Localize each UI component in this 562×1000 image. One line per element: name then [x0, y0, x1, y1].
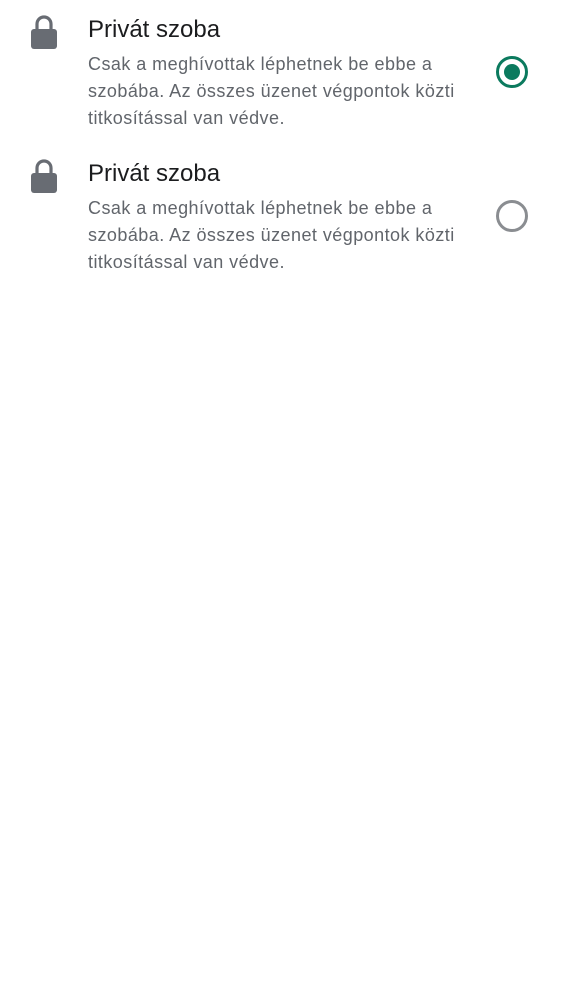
lock-icon — [30, 14, 58, 50]
radio-button-unselected[interactable] — [496, 200, 528, 232]
lock-icon — [30, 158, 58, 194]
radio-button-selected[interactable] — [496, 56, 528, 88]
option-title: Privát szoba — [88, 160, 221, 187]
option-title: Privát szoba — [88, 16, 221, 43]
room-option-private-2[interactable]: Privát szoba Csak a meghívottak léphetne… — [0, 144, 562, 288]
option-description: Csak a meghívottak léphetnek be ebbe a s… — [88, 54, 455, 128]
radio-selected-dot — [504, 64, 520, 80]
option-description: Csak a meghívottak léphetnek be ebbe a s… — [88, 198, 455, 272]
room-option-private-1[interactable]: Privát szoba Csak a meghívottak léphetne… — [0, 0, 562, 144]
